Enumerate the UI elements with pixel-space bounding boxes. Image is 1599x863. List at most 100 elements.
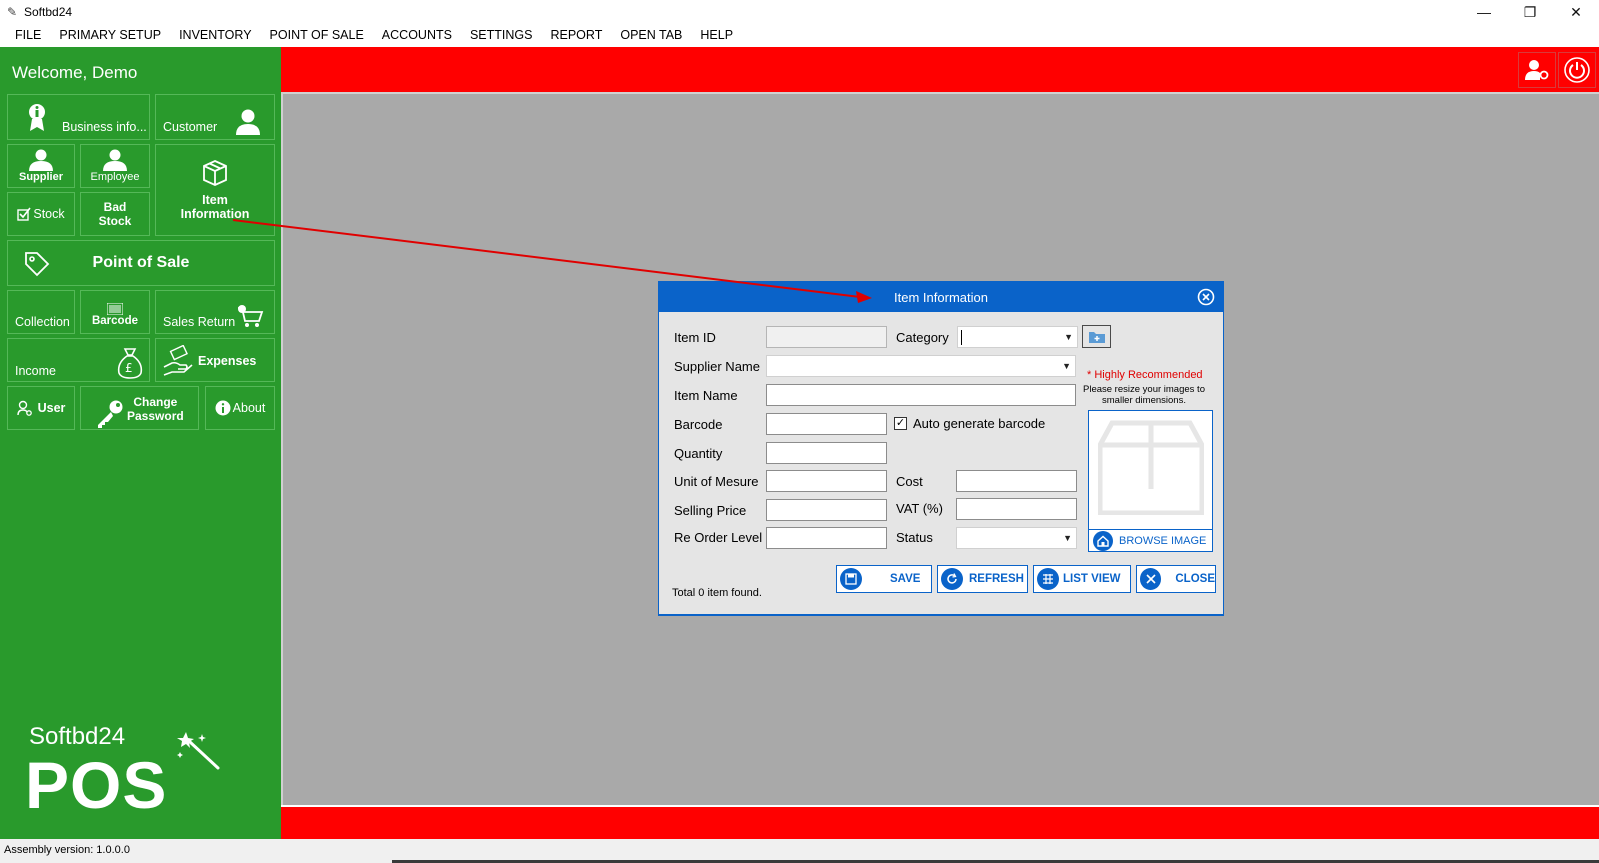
- money-bag-icon: £: [117, 348, 143, 379]
- folder-add-icon: [1088, 331, 1105, 343]
- dialog-title: Item Information: [894, 289, 988, 305]
- user-button[interactable]: User: [7, 386, 75, 430]
- list-view-label: LIST VIEW: [1063, 573, 1121, 585]
- supplier-button[interactable]: Supplier: [7, 144, 75, 188]
- svg-text:£: £: [125, 361, 133, 375]
- menu-primary-setup[interactable]: PRIMARY SETUP: [50, 24, 170, 47]
- bad-stock-button[interactable]: Bad Stock: [80, 192, 150, 236]
- reorder-level-label: Re Order Level: [674, 530, 763, 545]
- customer-button[interactable]: Customer: [155, 94, 275, 140]
- barcode-button[interactable]: Barcode: [80, 290, 150, 334]
- auto-barcode-label: Auto generate barcode: [913, 416, 1046, 431]
- refresh-button[interactable]: REFRESH: [937, 565, 1028, 593]
- employee-button[interactable]: Employee: [80, 144, 150, 188]
- text-cursor: [961, 330, 962, 345]
- business-info-button[interactable]: Business info...: [7, 94, 150, 140]
- menu-help[interactable]: HELP: [691, 24, 742, 47]
- vat-label: VAT (%): [896, 501, 943, 516]
- power-icon: [1564, 57, 1590, 83]
- point-of-sale-button[interactable]: Point of Sale: [7, 240, 275, 286]
- key-icon: [98, 400, 123, 428]
- top-bar: [281, 47, 1599, 92]
- auto-barcode-checkbox[interactable]: ✓: [894, 417, 907, 430]
- vat-input[interactable]: [956, 498, 1077, 520]
- minimize-button[interactable]: —: [1461, 0, 1507, 24]
- user-label: User: [37, 401, 66, 415]
- refresh-icon: [941, 568, 963, 590]
- menu-settings[interactable]: SETTINGS: [461, 24, 542, 47]
- supplier-label: Supplier: [18, 171, 63, 183]
- about-label: About: [232, 401, 266, 415]
- close-label: CLOSE: [1175, 573, 1215, 585]
- window-controls: — ❐ ✕: [1461, 0, 1599, 24]
- barcode-input[interactable]: [766, 413, 887, 435]
- app-icon: ✎: [6, 5, 18, 19]
- quantity-label: Quantity: [674, 446, 723, 461]
- window-title: Softbd24: [24, 5, 73, 19]
- income-button[interactable]: Income £: [7, 338, 150, 382]
- change-password-text: Change Password: [127, 395, 184, 423]
- unit-of-measure-label: Unit of Mesure: [674, 474, 759, 489]
- change-password-label-2: Password: [127, 409, 184, 423]
- restore-button[interactable]: ❐: [1507, 0, 1553, 24]
- unit-of-measure-input[interactable]: [766, 470, 887, 492]
- menu-inventory[interactable]: INVENTORY: [170, 24, 260, 47]
- logo-pos-text: POS: [25, 748, 168, 822]
- add-category-button[interactable]: [1082, 325, 1111, 348]
- item-information-dialog: Item Information Item ID Category ▼ Supp…: [658, 281, 1224, 616]
- dialog-header: Item Information: [659, 282, 1223, 312]
- bottom-bar: [281, 805, 1599, 839]
- status-select[interactable]: ▼: [956, 527, 1077, 549]
- cart-icon: [238, 305, 264, 327]
- item-information-label-1: Item: [202, 193, 228, 207]
- menu-file[interactable]: FILE: [6, 24, 50, 47]
- quantity-input[interactable]: [766, 442, 887, 464]
- supplier-name-label: Supplier Name: [674, 359, 760, 374]
- item-name-input[interactable]: [766, 384, 1076, 406]
- cost-input[interactable]: [956, 470, 1077, 492]
- power-button[interactable]: [1558, 52, 1596, 88]
- expenses-label: Expenses: [198, 354, 257, 368]
- stock-button[interactable]: Stock: [7, 192, 75, 236]
- total-items-text: Total 0 item found.: [672, 587, 762, 599]
- menu-point-of-sale[interactable]: POINT OF SALE: [261, 24, 373, 47]
- employee-person-icon: [103, 149, 127, 171]
- close-button[interactable]: CLOSE: [1136, 565, 1216, 593]
- user-profile-button[interactable]: [1518, 52, 1556, 88]
- change-password-button[interactable]: Change Password: [80, 386, 199, 430]
- assembly-version: Assembly version: 1.0.0.0: [4, 844, 130, 856]
- recommended-note: * Highly Recommended: [1087, 369, 1203, 381]
- user-gear-icon: [16, 400, 32, 416]
- barcode-icon: [107, 303, 123, 315]
- customer-label: Customer: [163, 120, 218, 134]
- save-button[interactable]: SAVE: [836, 565, 932, 593]
- employee-label: Employee: [90, 171, 140, 183]
- list-view-icon: [1037, 568, 1059, 590]
- sales-return-button[interactable]: Sales Return: [155, 290, 275, 334]
- category-select[interactable]: ▼: [957, 326, 1078, 348]
- status-label: Status: [896, 530, 933, 545]
- menu-bar: FILE PRIMARY SETUP INVENTORY POINT OF SA…: [0, 24, 1599, 47]
- expenses-button[interactable]: Expenses: [155, 338, 275, 382]
- title-bar: ✎ Softbd24 — ❐ ✕: [0, 0, 1599, 24]
- browse-image-button[interactable]: BROWSE IMAGE: [1089, 529, 1212, 551]
- hand-money-icon: [163, 345, 193, 376]
- list-view-button[interactable]: LIST VIEW: [1033, 565, 1131, 593]
- welcome-text: Welcome, Demo: [12, 63, 138, 82]
- menu-open-tab[interactable]: OPEN TAB: [611, 24, 691, 47]
- item-information-label-2: Information: [180, 207, 250, 221]
- user-settings-icon: [1525, 60, 1549, 80]
- about-button[interactable]: About: [205, 386, 275, 430]
- menu-report[interactable]: REPORT: [541, 24, 611, 47]
- collection-button[interactable]: Collection: [7, 290, 75, 334]
- item-information-button[interactable]: Item Information: [155, 144, 275, 236]
- supplier-name-select[interactable]: ▼: [766, 355, 1076, 377]
- selling-price-input[interactable]: [766, 499, 887, 521]
- item-id-input[interactable]: [766, 326, 887, 348]
- reorder-level-input[interactable]: [766, 527, 887, 549]
- close-window-button[interactable]: ✕: [1553, 0, 1599, 24]
- dialog-close-icon[interactable]: [1197, 288, 1215, 306]
- menu-accounts[interactable]: ACCOUNTS: [373, 24, 461, 47]
- change-password-label-1: Change: [133, 395, 178, 409]
- info-icon: [215, 400, 231, 416]
